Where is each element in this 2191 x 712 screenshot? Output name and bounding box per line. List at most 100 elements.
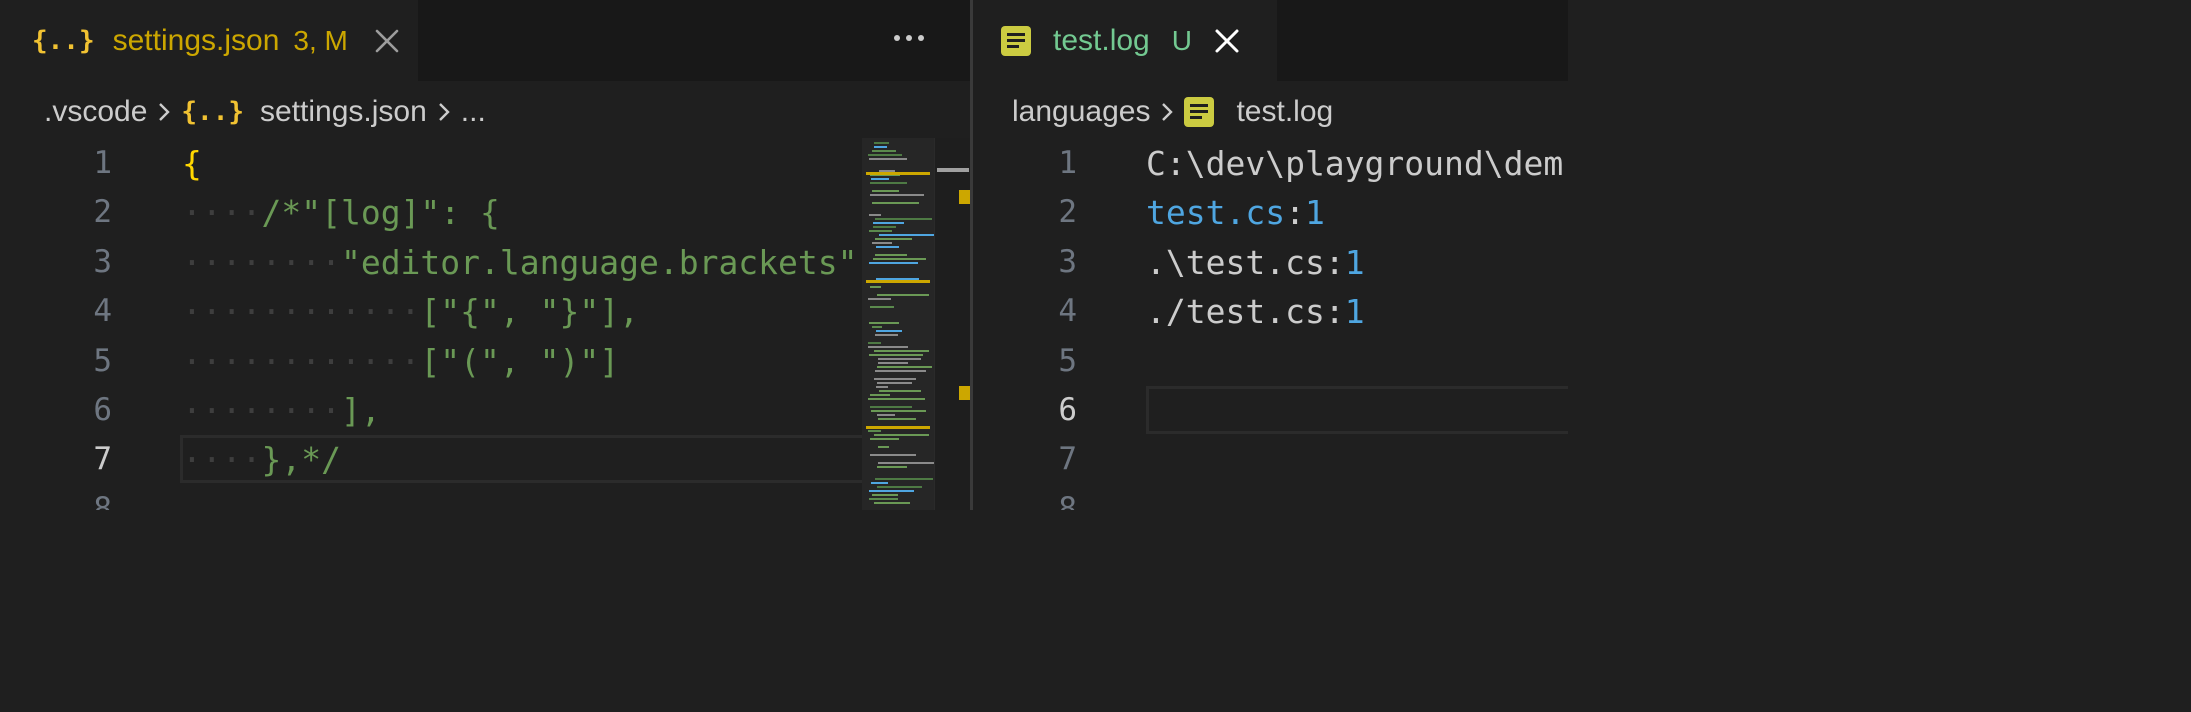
line-number: 5 — [1058, 342, 1077, 379]
whitespace-dots: ············ — [182, 292, 421, 332]
minimap-line — [869, 230, 892, 232]
breadcrumb-folder[interactable]: languages — [1012, 95, 1150, 129]
more-actions-icon[interactable] — [885, 18, 933, 58]
code-token: .\test.cs: — [1146, 242, 1345, 282]
minimap-line — [874, 350, 929, 352]
code-line: { — [182, 139, 202, 188]
overview-ruler[interactable] — [934, 138, 970, 510]
minimap-line — [878, 446, 889, 448]
problems-modified-badge: 3, M — [293, 24, 348, 56]
line-number: 3 — [93, 243, 112, 280]
json-icon: {..} — [181, 97, 245, 127]
minimap-line — [869, 158, 907, 160]
minimap-line — [875, 238, 912, 240]
code-token: ["{", "}"], — [420, 292, 639, 332]
minimap-line — [873, 226, 896, 228]
tab-label: test.log — [1053, 23, 1150, 57]
close-icon[interactable] — [370, 24, 404, 58]
minimap-line — [869, 354, 923, 356]
minimap-line — [868, 398, 925, 400]
close-icon[interactable] — [1210, 24, 1244, 58]
minimap-line — [872, 202, 919, 204]
minimap-line — [871, 482, 888, 484]
minimap-line — [872, 242, 892, 244]
cursor-marker — [937, 168, 969, 172]
line-number: 7 — [1058, 441, 1077, 478]
code-line: ····/*"[log]": { — [182, 188, 500, 237]
line-number: 1 — [1058, 145, 1077, 181]
minimap-line — [870, 182, 907, 184]
whitespace-dots: ········ — [182, 242, 341, 282]
json-icon: {..} — [32, 25, 95, 56]
minimap-line — [870, 286, 881, 288]
right-tab-bar: test.log U — [973, 0, 1568, 81]
whitespace-dots: ········ — [182, 391, 341, 430]
minimap-line — [874, 146, 887, 148]
minimap[interactable] — [862, 138, 935, 510]
line-number: 5 — [93, 342, 112, 379]
breadcrumb-file[interactable]: test.log — [1236, 95, 1333, 129]
minimap-line — [868, 342, 881, 344]
breadcrumb-file[interactable]: settings.json — [260, 95, 427, 129]
chevron-right-icon — [437, 101, 451, 123]
code-line: test.cs:1 — [1146, 188, 1325, 237]
code-token: "editor.language.brackets" — [340, 242, 858, 282]
breadcrumb-symbol-ellipsis[interactable]: ... — [461, 95, 486, 129]
code-token: },*/ — [261, 440, 341, 480]
line-number: 4 — [93, 293, 112, 330]
code-line: ········"editor.language.brackets" — [182, 238, 858, 287]
code-line: ./test.cs:1 — [1146, 287, 1365, 336]
code-token: ./test.cs: — [1146, 292, 1345, 332]
left-editor-group: {..} settings.json 3, M .vscode {..} set… — [0, 0, 970, 510]
minimap-line — [871, 178, 889, 180]
warning-marker — [959, 386, 970, 400]
line-number: 6 — [1058, 392, 1077, 428]
code-line: ············["(", ")"] — [182, 337, 619, 386]
line-number: 4 — [1058, 293, 1077, 330]
breadcrumb-folder[interactable]: .vscode — [44, 95, 147, 129]
tab-settings-json[interactable]: {..} settings.json 3, M — [0, 0, 418, 81]
minimap-line — [870, 394, 890, 396]
minimap-line — [874, 378, 916, 380]
code-line: ············["{", "}"], — [182, 287, 639, 336]
minimap-line — [879, 234, 935, 236]
minimap-line — [877, 294, 929, 296]
code-token: : — [1285, 193, 1305, 233]
minimap-line — [868, 154, 902, 156]
code-token[interactable]: test.cs — [1146, 193, 1285, 232]
minimap-line — [870, 438, 899, 440]
minimap-line — [875, 218, 932, 220]
right-editor-group: test.log U languages test.log 1 2 3 4 5 6 7 8 C… — [973, 0, 1568, 510]
untracked-badge: U — [1171, 24, 1192, 56]
minimap-line — [877, 366, 932, 368]
code-token: C:\dev\playground\dem — [1146, 144, 1564, 183]
minimap-warning-line — [866, 172, 930, 175]
minimap-line — [874, 502, 910, 504]
minimap-line — [873, 222, 904, 224]
tab-test-log[interactable]: test.log U — [973, 0, 1277, 81]
minimap-line — [877, 466, 907, 468]
minimap-line — [878, 362, 908, 364]
minimap-line — [869, 262, 918, 264]
minimap-line — [874, 142, 889, 144]
minimap-line — [869, 214, 881, 216]
minimap-line — [871, 410, 926, 412]
log-file-icon — [1001, 25, 1031, 56]
minimap-warning-line — [866, 426, 930, 429]
minimap-line — [868, 430, 881, 432]
minimap-line — [879, 390, 921, 392]
minimap-line — [869, 498, 898, 500]
minimap-line — [876, 246, 899, 248]
minimap-line — [870, 194, 924, 196]
minimap-line — [869, 322, 899, 324]
code-line: .\test.cs:1 — [1146, 238, 1365, 287]
minimap-line — [874, 434, 929, 436]
minimap-line — [872, 494, 898, 496]
line-number: 8 — [1058, 490, 1077, 510]
minimap-line — [872, 326, 882, 328]
minimap-line — [877, 486, 922, 488]
current-line-highlight — [1146, 386, 1568, 434]
minimap-line — [878, 358, 921, 360]
line-number: 2 — [93, 194, 112, 231]
code-line: ········], — [182, 386, 381, 435]
